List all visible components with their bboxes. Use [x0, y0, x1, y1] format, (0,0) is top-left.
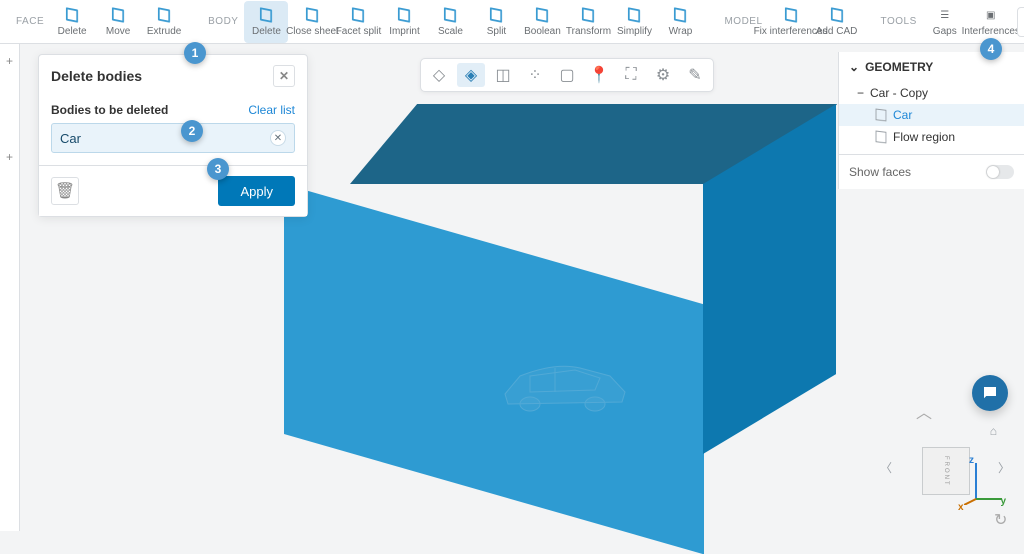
selected-body-chip[interactable]: Car ✕: [51, 123, 295, 153]
add-panel-button-2[interactable]: +: [1, 150, 19, 166]
chat-button[interactable]: [972, 375, 1008, 411]
delete-draft-button[interactable]: 🗑 Delete draft: [1017, 7, 1024, 37]
body-split-button[interactable]: Split: [474, 1, 518, 43]
face-delete-button[interactable]: Delete: [50, 1, 94, 43]
body-simplify-button[interactable]: Simplify: [612, 1, 656, 43]
body-boolean-button[interactable]: Boolean: [520, 1, 564, 43]
face-extrude-button[interactable]: Extrude: [142, 1, 186, 43]
body-wrap-button[interactable]: Wrap: [658, 1, 702, 43]
show-faces-row: Show faces: [839, 154, 1024, 189]
group-label-tools: TOOLS: [881, 16, 917, 27]
gaps-icon: ☰: [936, 6, 954, 24]
remove-chip-button[interactable]: ✕: [270, 130, 286, 146]
group-label-face: FACE: [16, 16, 44, 27]
reset-view-button[interactable]: ↻: [994, 510, 1012, 528]
view-face-icon[interactable]: ◫: [489, 63, 517, 87]
bodies-label: Bodies to be deleted: [51, 103, 168, 117]
interferences-icon: ▣: [982, 6, 1000, 24]
nav-cube[interactable]: FRONT: [922, 447, 970, 495]
apply-button[interactable]: Apply: [218, 176, 295, 206]
rotate-left-button[interactable]: 〈: [880, 459, 892, 476]
axis-triad: z y x: [964, 459, 1004, 505]
face-move-button[interactable]: Move: [96, 1, 140, 43]
body-facet-split-button[interactable]: Facet split: [336, 1, 380, 43]
view-points-icon[interactable]: ⁘: [521, 63, 549, 87]
view-settings-icon[interactable]: ⚙: [649, 63, 677, 87]
body-imprint-button[interactable]: Imprint: [382, 1, 426, 43]
tools-gaps-button[interactable]: ☰Gaps: [923, 1, 967, 43]
clear-list-link[interactable]: Clear list: [248, 103, 295, 117]
geometry-panel: ⌄ GEOMETRY − Car - Copy Car Flow region …: [838, 52, 1024, 189]
panel-trash-button[interactable]: 🗑: [51, 177, 79, 205]
trash-icon: 🗑: [55, 181, 75, 201]
axis-z-label: z: [969, 455, 974, 466]
delete-bodies-panel: Delete bodies ✕ Bodies to be deleted Cle…: [38, 54, 308, 217]
tools-interferences-button[interactable]: ▣Interferences: [969, 1, 1013, 43]
tree-item-car[interactable]: Car: [839, 104, 1024, 126]
orientation-widget: 〈 〉 ⌂ FRONT z y x: [880, 409, 1010, 519]
view-area-select-icon[interactable]: ⛶: [617, 63, 645, 87]
minus-icon: −: [857, 86, 864, 100]
group-label-body: BODY: [208, 16, 238, 27]
body-car-wireframe[interactable]: [500, 354, 630, 414]
show-faces-label: Show faces: [849, 165, 911, 179]
top-toolbar: FACE Delete Move Extrude BODY Delete Clo…: [0, 0, 1024, 44]
view-pin-icon[interactable]: 📍: [585, 63, 613, 87]
home-view-button[interactable]: ⌂: [990, 424, 997, 438]
model-add-cad-button[interactable]: Add CAD: [815, 1, 859, 43]
tree-root[interactable]: − Car - Copy: [839, 82, 1024, 104]
axis-x-label: x: [958, 502, 964, 513]
show-faces-toggle[interactable]: [986, 165, 1014, 179]
view-body-icon[interactable]: ◈: [457, 63, 485, 87]
panel-title: Delete bodies ✕: [39, 55, 307, 97]
close-panel-button[interactable]: ✕: [273, 65, 295, 87]
body-icon: [876, 131, 887, 144]
view-wand-icon[interactable]: ✎: [681, 63, 709, 87]
model-fix-interferences-button[interactable]: Fix interferences: [769, 1, 813, 43]
view-bbox-icon[interactable]: ▢: [553, 63, 581, 87]
geometry-heading[interactable]: ⌄ GEOMETRY: [839, 52, 1024, 82]
body-close-sheet-button[interactable]: Close sheet: [290, 1, 334, 43]
body-icon: [876, 109, 887, 122]
chat-icon: [981, 384, 999, 402]
left-collapsed-panel: + +: [0, 44, 20, 531]
body-transform-button[interactable]: Transform: [566, 1, 610, 43]
axis-y-label: y: [1000, 496, 1006, 507]
box-front-face: [284, 184, 704, 554]
chevron-down-icon: ⌄: [849, 60, 859, 74]
add-panel-button[interactable]: +: [1, 54, 19, 70]
chip-label: Car: [60, 131, 81, 146]
view-cube-icon[interactable]: ◇: [425, 63, 453, 87]
body-delete-button[interactable]: Delete: [244, 1, 288, 43]
tree-item-flow-region[interactable]: Flow region: [839, 126, 1024, 148]
body-scale-button[interactable]: Scale: [428, 1, 472, 43]
viewer-toolbar: ◇ ◈ ◫ ⁘ ▢ 📍 ⛶ ⚙ ✎: [420, 58, 714, 92]
